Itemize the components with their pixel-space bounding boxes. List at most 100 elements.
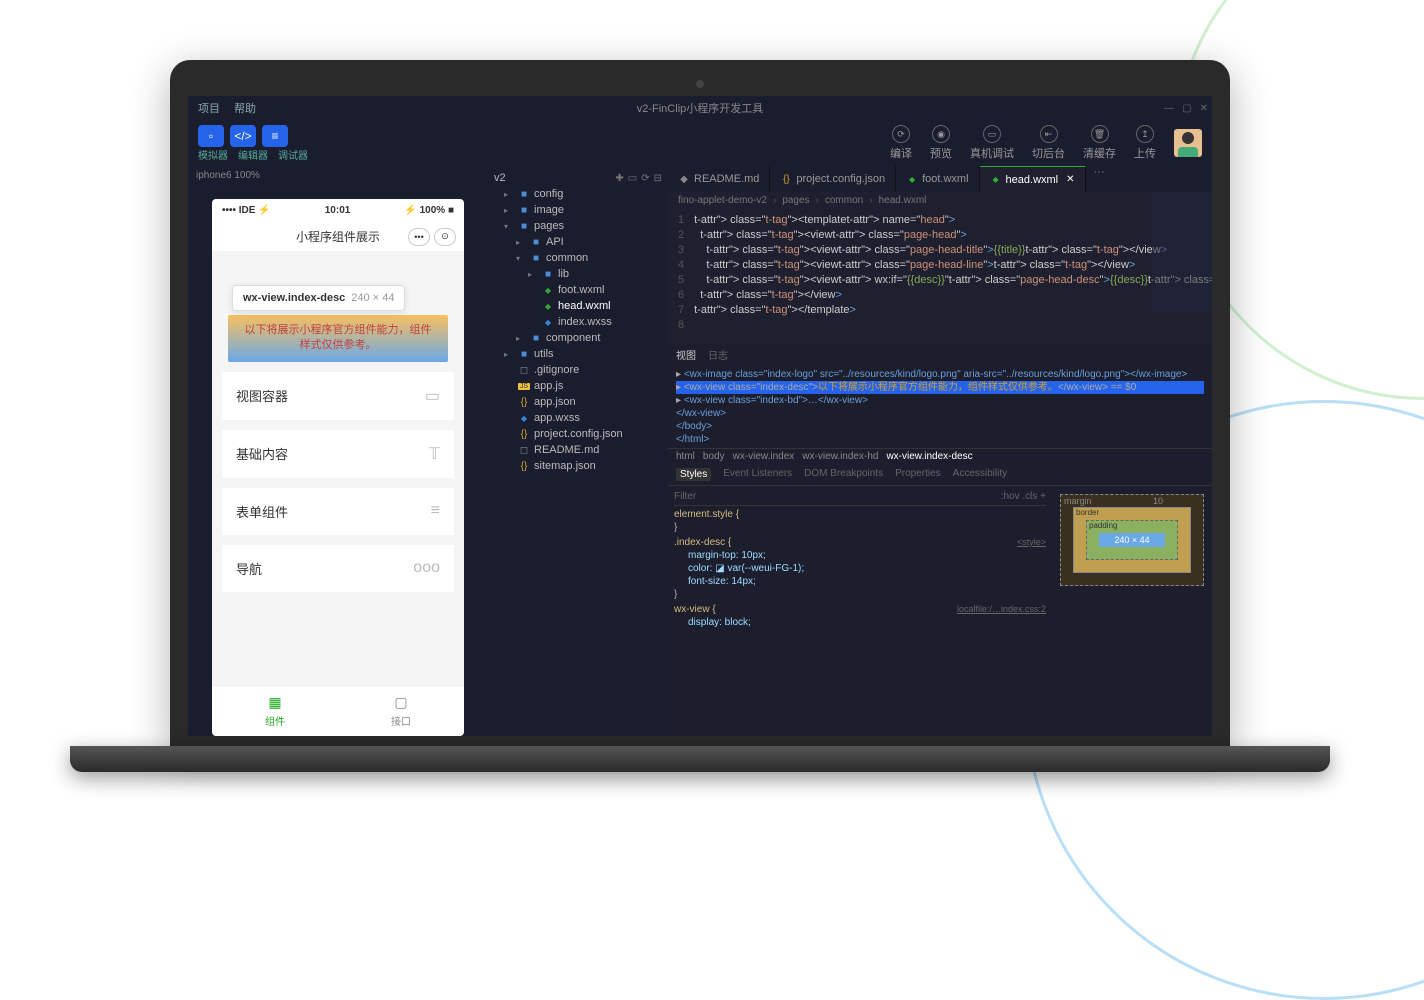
devtools: 视图 日志 ▸ <wx-image class="index-logo" src…: [668, 343, 1212, 736]
phone-preview: •••• IDE ⚡ 10:01 ⚡ 100% ■ 小程序组件展示 ••• ⊙: [212, 199, 464, 736]
tree-item[interactable]: ▸■image: [488, 202, 668, 218]
tree-item[interactable]: ▾■pages: [488, 218, 668, 234]
pill-editor[interactable]: </>: [230, 125, 256, 147]
tree-item[interactable]: JSapp.js: [488, 378, 668, 394]
style-tab[interactable]: Styles: [676, 468, 711, 481]
tab-api[interactable]: ▢接口: [338, 686, 464, 736]
tree-item[interactable]: ◻.gitignore: [488, 362, 668, 378]
style-tab[interactable]: Accessibility: [953, 468, 1007, 481]
menu-help[interactable]: 帮助: [234, 100, 256, 116]
card-label: 基础内容: [236, 444, 288, 463]
card-label: 导航: [236, 559, 262, 578]
tree-item[interactable]: ▸■lib: [488, 266, 668, 282]
pill-debugger[interactable]: ≡: [262, 125, 288, 147]
tree-item[interactable]: ▸■utils: [488, 346, 668, 362]
devtab-log[interactable]: 日志: [708, 347, 728, 362]
breadcrumb-item[interactable]: head.wxml: [879, 195, 927, 206]
pill-debugger-label: 调试器: [278, 147, 308, 162]
tree-item[interactable]: ▸■component: [488, 330, 668, 346]
action-remote[interactable]: ▭真机调试: [970, 125, 1014, 161]
tab-label: project.config.json: [796, 173, 885, 185]
capsule-more-icon[interactable]: •••: [408, 228, 430, 246]
action-compile[interactable]: ⟳编译: [890, 125, 912, 161]
dom-tree[interactable]: ▸ <wx-image class="index-logo" src="../r…: [668, 366, 1212, 448]
style-tab[interactable]: Event Listeners: [723, 468, 792, 481]
action-clear-cache[interactable]: 🗑清缓存: [1083, 125, 1116, 161]
tree-item[interactable]: {}project.config.json: [488, 426, 668, 442]
capsule-close-icon[interactable]: ⊙: [434, 228, 456, 246]
file-name: .gitignore: [534, 364, 579, 376]
style-tab[interactable]: Properties: [895, 468, 941, 481]
file-name: project.config.json: [534, 428, 623, 440]
tree-item[interactable]: {}app.json: [488, 394, 668, 410]
styles-filter[interactable]: Filter: [674, 490, 696, 503]
user-avatar[interactable]: [1174, 129, 1202, 157]
project-root[interactable]: v2: [494, 172, 506, 184]
file-explorer: v2 ✚ ▭ ⟳ ⊟ ▸ ■ config ▸■image▾■pages▸■API▾■…: [488, 166, 668, 736]
action-upload[interactable]: ↥上传: [1134, 125, 1156, 161]
chevron-icon: ▸: [504, 206, 514, 215]
breadcrumb-item[interactable]: pages: [782, 195, 809, 206]
tree-item[interactable]: ◆index.wxss: [488, 314, 668, 330]
list-item[interactable]: 表单组件≡: [222, 488, 454, 535]
tree-item[interactable]: ▸■config: [488, 186, 668, 202]
minimize-icon[interactable]: —: [1164, 103, 1174, 114]
file-name: API: [546, 236, 564, 248]
status-time: 10:01: [325, 205, 351, 216]
editor-panel: ◆README.md{}project.config.json◆foot.wxm…: [668, 166, 1212, 736]
file-icon: ■: [518, 189, 530, 200]
titlebar: 项目 帮助 v2-FinClip小程序开发工具 — ▢ ✕: [188, 96, 1212, 120]
pill-simulator[interactable]: ▫: [198, 125, 224, 147]
editor-tab[interactable]: ◆foot.wxml: [896, 166, 979, 192]
card-icon: ooo: [413, 559, 440, 577]
devtab-view[interactable]: 视图: [676, 347, 696, 362]
tree-item[interactable]: ◆foot.wxml: [488, 282, 668, 298]
tree-item[interactable]: ▾■common: [488, 250, 668, 266]
tree-item[interactable]: ◆app.wxss: [488, 410, 668, 426]
tree-item[interactable]: ▸■API: [488, 234, 668, 250]
close-icon[interactable]: ✕: [1200, 103, 1208, 114]
list-item[interactable]: 基础内容𝕋: [222, 430, 454, 478]
code-editor[interactable]: 12345678 t-attr"> class="t-tag"><templat…: [668, 209, 1212, 343]
dom-bc-item[interactable]: wx-view.index-hd: [802, 451, 878, 462]
new-file-icon[interactable]: ✚: [615, 173, 623, 184]
list-item[interactable]: 导航 ooo: [222, 545, 454, 592]
editor-tab[interactable]: ◆head.wxml✕: [980, 166, 1086, 192]
action-background[interactable]: ⇤切后台: [1032, 125, 1065, 161]
file-name: common: [546, 252, 588, 264]
dom-bc-item[interactable]: wx-view.index: [733, 451, 795, 462]
refresh-icon[interactable]: ⟳: [641, 173, 649, 184]
close-icon[interactable]: ✕: [1066, 174, 1074, 185]
breadcrumb-item[interactable]: common: [825, 195, 863, 206]
tab-more-icon[interactable]: ···: [1086, 166, 1113, 192]
file-name: config: [534, 188, 563, 200]
maximize-icon[interactable]: ▢: [1182, 103, 1191, 114]
tree-item[interactable]: ◆head.wxml: [488, 298, 668, 314]
chevron-icon: ▸: [516, 238, 526, 247]
file-icon: {}: [518, 397, 530, 408]
inspected-element[interactable]: 以下将展示小程序官方组件能力，组件样式仅供参考。: [228, 315, 448, 362]
menu-project[interactable]: 项目: [198, 100, 220, 116]
style-tab[interactable]: DOM Breakpoints: [804, 468, 883, 481]
chevron-icon: ▸: [504, 350, 514, 359]
dom-breadcrumb[interactable]: html body wx-view.index wx-view.index-hd wx-…: [668, 448, 1212, 464]
breadcrumb-item[interactable]: fino-applet-demo-v2: [678, 195, 767, 206]
editor-tab[interactable]: ◆README.md: [668, 166, 770, 192]
compile-icon: ⟳: [892, 125, 910, 143]
collapse-icon[interactable]: ⊟: [654, 173, 662, 184]
dom-bc-item[interactable]: wx-view.index-desc: [886, 451, 972, 462]
pill-editor-label: 编辑器: [238, 147, 268, 162]
tree-item[interactable]: ◻README.md: [488, 442, 668, 458]
dom-bc-item[interactable]: html: [676, 451, 695, 462]
list-item[interactable]: 视图容器▭: [222, 372, 454, 420]
editor-tab[interactable]: {}project.config.json: [770, 166, 896, 192]
tab-component[interactable]: ▦组件: [212, 686, 338, 736]
minimap[interactable]: [1152, 192, 1212, 312]
styles-panel[interactable]: Filter :hov .cls + element.style { } <st…: [668, 486, 1052, 736]
action-preview[interactable]: ◉预览: [930, 125, 952, 161]
tree-item[interactable]: {}sitemap.json: [488, 458, 668, 474]
styles-hov[interactable]: :hov .cls +: [1001, 490, 1046, 503]
new-folder-icon[interactable]: ▭: [628, 173, 637, 184]
dom-bc-item[interactable]: body: [703, 451, 725, 462]
editor-tabs: ◆README.md{}project.config.json◆foot.wxm…: [668, 166, 1212, 192]
